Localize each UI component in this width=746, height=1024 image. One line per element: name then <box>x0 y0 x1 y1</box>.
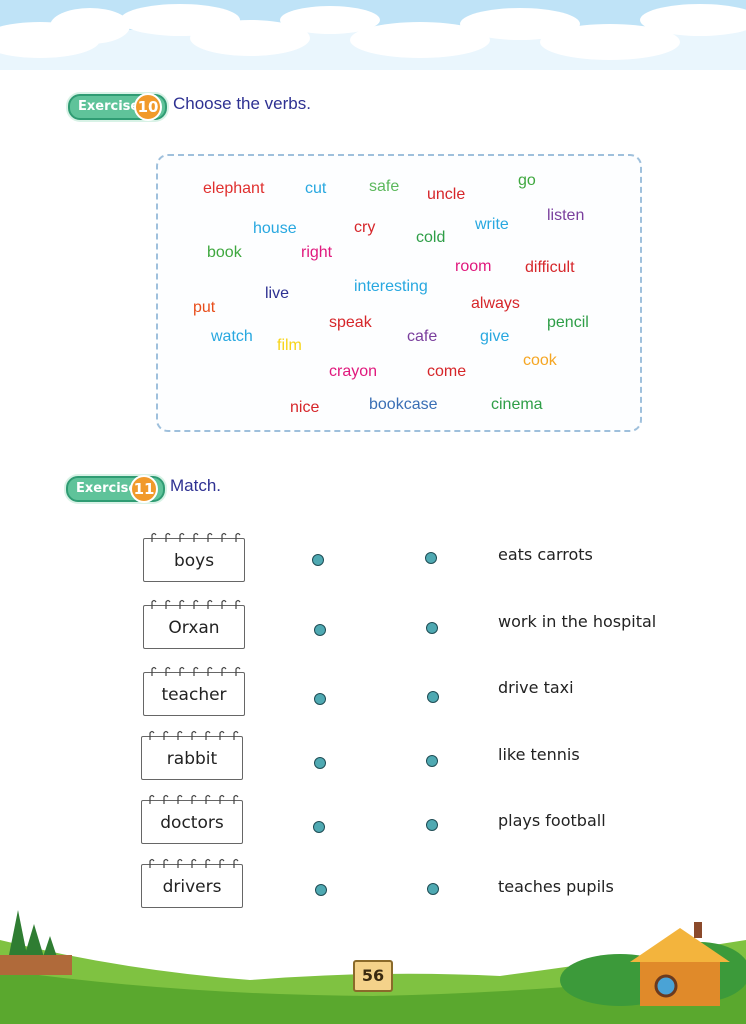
subject-label: rabbit <box>166 749 218 769</box>
word-item[interactable]: come <box>427 363 466 381</box>
card-rings <box>149 794 239 804</box>
predicate-phrase: eats carrots <box>498 545 593 564</box>
card-rings <box>151 532 241 542</box>
word-item[interactable]: cinema <box>491 396 543 414</box>
exercise-11-instruction: Match. <box>170 476 222 495</box>
match-dot-left[interactable] <box>314 757 326 769</box>
subject-label: drivers <box>162 877 222 897</box>
match-dot-left[interactable] <box>314 693 326 705</box>
word-item[interactable]: crayon <box>329 363 377 381</box>
word-item[interactable]: live <box>265 285 289 303</box>
word-item[interactable]: cold <box>416 229 445 247</box>
word-item[interactable]: bookcase <box>369 396 438 414</box>
subject-label: doctors <box>160 813 224 833</box>
match-dot-right[interactable] <box>426 622 438 634</box>
subject-card[interactable]: boys <box>143 532 245 582</box>
predicate-phrase: like tennis <box>498 745 580 764</box>
predicate-phrase: plays football <box>498 811 606 830</box>
word-item[interactable]: cut <box>305 180 326 198</box>
word-item[interactable]: interesting <box>354 278 428 296</box>
page-number: 56 <box>353 960 393 992</box>
match-dot-right[interactable] <box>425 552 437 564</box>
word-item[interactable]: always <box>471 295 520 313</box>
card-rings <box>149 730 239 740</box>
word-item[interactable]: house <box>253 220 297 238</box>
predicate-phrase: drive taxi <box>498 678 574 697</box>
exercise-number: 10 <box>134 93 162 121</box>
match-dot-right[interactable] <box>426 755 438 767</box>
word-item[interactable]: right <box>301 244 332 262</box>
exercise-10-badge: Exercise 10 <box>68 93 168 121</box>
exercise-10-instruction: Choose the verbs. <box>173 94 311 113</box>
word-item[interactable]: cafe <box>407 328 437 346</box>
subject-label: teacher <box>161 685 227 705</box>
exercise-11-badge: Exercise 11 <box>66 475 166 503</box>
word-item[interactable]: nice <box>290 399 319 417</box>
word-item[interactable]: put <box>193 299 215 317</box>
word-item[interactable]: cry <box>354 219 375 237</box>
word-item[interactable]: speak <box>329 314 372 332</box>
word-item[interactable]: write <box>475 216 509 234</box>
subject-card[interactable]: doctors <box>141 794 243 844</box>
match-dot-left[interactable] <box>315 884 327 896</box>
match-dot-left[interactable] <box>313 821 325 833</box>
word-item[interactable]: elephant <box>203 180 264 198</box>
match-dot-left[interactable] <box>314 624 326 636</box>
match-dot-left[interactable] <box>312 554 324 566</box>
subject-label: Orxan <box>168 618 220 638</box>
word-item[interactable]: listen <box>547 207 584 225</box>
word-item[interactable]: cook <box>523 352 557 370</box>
word-item[interactable]: book <box>207 244 242 262</box>
match-dot-right[interactable] <box>426 819 438 831</box>
subject-card[interactable]: Orxan <box>143 599 245 649</box>
word-item[interactable]: uncle <box>427 186 465 204</box>
word-item[interactable]: difficult <box>525 259 575 277</box>
word-item[interactable]: pencil <box>547 314 589 332</box>
sky-banner <box>0 0 746 70</box>
word-item[interactable]: room <box>455 258 491 276</box>
subject-label: boys <box>173 551 215 571</box>
word-item[interactable]: go <box>518 172 536 190</box>
card-rings <box>149 858 239 868</box>
match-dot-right[interactable] <box>427 691 439 703</box>
word-item[interactable]: watch <box>211 328 253 346</box>
word-item[interactable]: film <box>277 337 302 355</box>
subject-card[interactable]: teacher <box>143 666 245 716</box>
predicate-phrase: teaches pupils <box>498 877 614 896</box>
word-item[interactable]: safe <box>369 178 399 196</box>
predicate-phrase: work in the hospital <box>498 612 657 631</box>
subject-card[interactable]: rabbit <box>141 730 243 780</box>
exercise-number: 11 <box>130 475 158 503</box>
card-rings <box>151 666 241 676</box>
word-item[interactable]: give <box>480 328 509 346</box>
match-dot-right[interactable] <box>427 883 439 895</box>
card-rings <box>151 599 241 609</box>
